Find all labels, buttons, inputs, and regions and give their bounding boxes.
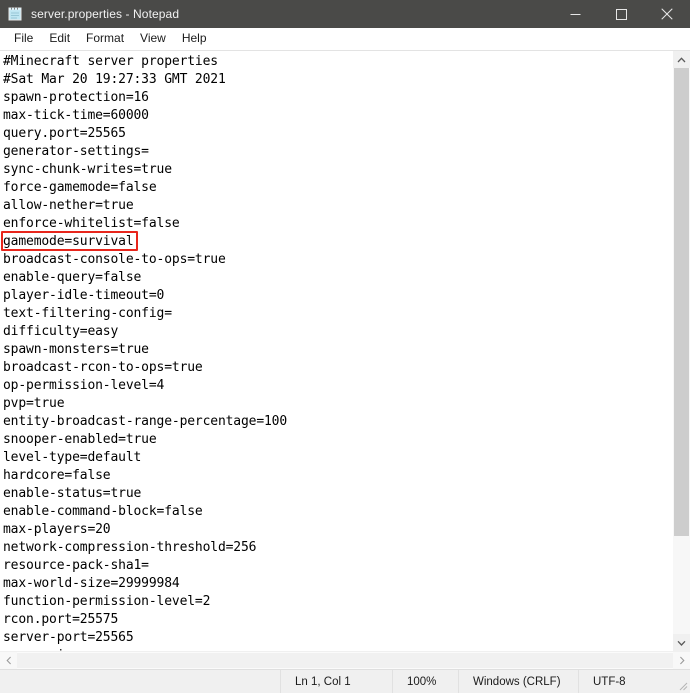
scroll-right-button[interactable] bbox=[673, 652, 690, 669]
menu-item-help[interactable]: Help bbox=[174, 29, 215, 48]
text-line: #Sat Mar 20 19:27:33 GMT 2021 bbox=[3, 72, 226, 87]
text-line: max-world-size=29999984 bbox=[3, 576, 180, 591]
chevron-left-icon bbox=[5, 656, 11, 665]
menu-item-view[interactable]: View bbox=[132, 29, 174, 48]
text-line: op-permission-level=4 bbox=[3, 378, 165, 393]
text-line: enable-query=false bbox=[3, 270, 142, 285]
text-line: gamemode=survival bbox=[3, 234, 134, 249]
text-line: level-type=default bbox=[3, 450, 142, 465]
text-line: function-permission-level=2 bbox=[3, 594, 211, 609]
text-line: server-port=25565 bbox=[3, 630, 134, 645]
minimize-button[interactable] bbox=[552, 0, 598, 28]
text-line: network-compression-threshold=256 bbox=[3, 540, 257, 555]
text-line: max-tick-time=60000 bbox=[3, 108, 149, 123]
text-line: difficulty=easy bbox=[3, 324, 119, 339]
text-line: generator-settings= bbox=[3, 144, 149, 159]
text-line: allow-nether=true bbox=[3, 198, 134, 213]
maximize-button[interactable] bbox=[598, 0, 644, 28]
text-line: broadcast-console-to-ops=true bbox=[3, 252, 226, 267]
text-line: #Minecraft server properties bbox=[3, 54, 218, 69]
status-zoom: 100% bbox=[392, 670, 458, 693]
status-position: Ln 1, Col 1 bbox=[280, 670, 392, 693]
status-bar: Ln 1, Col 1 100% Windows (CRLF) UTF-8 bbox=[0, 669, 690, 693]
text-line: player-idle-timeout=0 bbox=[3, 288, 165, 303]
text-line: sync-chunk-writes=true bbox=[3, 162, 172, 177]
vertical-scrollbar[interactable] bbox=[672, 51, 690, 651]
notepad-window: server.properties - Notepad File Edit Fo… bbox=[0, 0, 690, 693]
chevron-up-icon bbox=[677, 56, 686, 62]
notepad-icon bbox=[7, 6, 23, 22]
scroll-down-button[interactable] bbox=[673, 634, 690, 651]
vertical-scroll-track[interactable] bbox=[673, 68, 690, 634]
close-icon bbox=[661, 8, 673, 20]
text-line: hardcore=false bbox=[3, 468, 111, 483]
menu-item-edit[interactable]: Edit bbox=[41, 29, 78, 48]
menu-item-format[interactable]: Format bbox=[78, 29, 132, 48]
horizontal-scrollbar[interactable] bbox=[0, 651, 690, 669]
text-editor[interactable]: #Minecraft server properties #Sat Mar 20 … bbox=[0, 51, 672, 651]
title-bar[interactable]: server.properties - Notepad bbox=[0, 0, 690, 28]
vertical-scroll-thumb[interactable] bbox=[674, 68, 689, 536]
text-line: force-gamemode=false bbox=[3, 180, 157, 195]
chevron-down-icon bbox=[677, 640, 686, 646]
text-line: text-filtering-config= bbox=[3, 306, 172, 321]
editor-area: #Minecraft server properties #Sat Mar 20 … bbox=[0, 50, 690, 651]
resize-grip-icon[interactable] bbox=[674, 670, 690, 693]
text-line: entity-broadcast-range-percentage=100 bbox=[3, 414, 288, 429]
text-line: max-players=20 bbox=[3, 522, 111, 537]
text-line: spawn-protection=16 bbox=[3, 90, 149, 105]
text-line: resource-pack-sha1= bbox=[3, 558, 149, 573]
horizontal-scroll-track[interactable] bbox=[17, 652, 673, 669]
horizontal-scroll-thumb[interactable] bbox=[17, 653, 673, 668]
scroll-up-button[interactable] bbox=[673, 51, 690, 68]
status-encoding: UTF-8 bbox=[578, 670, 674, 693]
text-line: query.port=25565 bbox=[3, 126, 126, 141]
menu-item-file[interactable]: File bbox=[6, 29, 41, 48]
status-bar-spacer bbox=[0, 670, 280, 693]
text-line: enforce-whitelist=false bbox=[3, 216, 180, 231]
scroll-left-button[interactable] bbox=[0, 652, 17, 669]
text-line: pvp=true bbox=[3, 396, 65, 411]
text-line: rcon.port=25575 bbox=[3, 612, 119, 627]
close-button[interactable] bbox=[644, 0, 690, 28]
window-title: server.properties - Notepad bbox=[31, 7, 180, 21]
text-line: enable-command-block=false bbox=[3, 504, 203, 519]
text-line: enable-status=true bbox=[3, 486, 142, 501]
text-line: server-ip= bbox=[3, 647, 672, 651]
status-line-ending: Windows (CRLF) bbox=[458, 670, 578, 693]
window-controls bbox=[552, 0, 690, 28]
text-viewport[interactable]: #Minecraft server properties #Sat Mar 20 … bbox=[0, 51, 672, 651]
text-line: broadcast-rcon-to-ops=true bbox=[3, 360, 203, 375]
chevron-right-icon bbox=[679, 656, 685, 665]
maximize-icon bbox=[615, 8, 627, 20]
text-line: spawn-monsters=true bbox=[3, 342, 149, 357]
text-line: snooper-enabled=true bbox=[3, 432, 157, 447]
minimize-icon bbox=[570, 13, 580, 15]
menu-bar: File Edit Format View Help bbox=[0, 28, 690, 50]
